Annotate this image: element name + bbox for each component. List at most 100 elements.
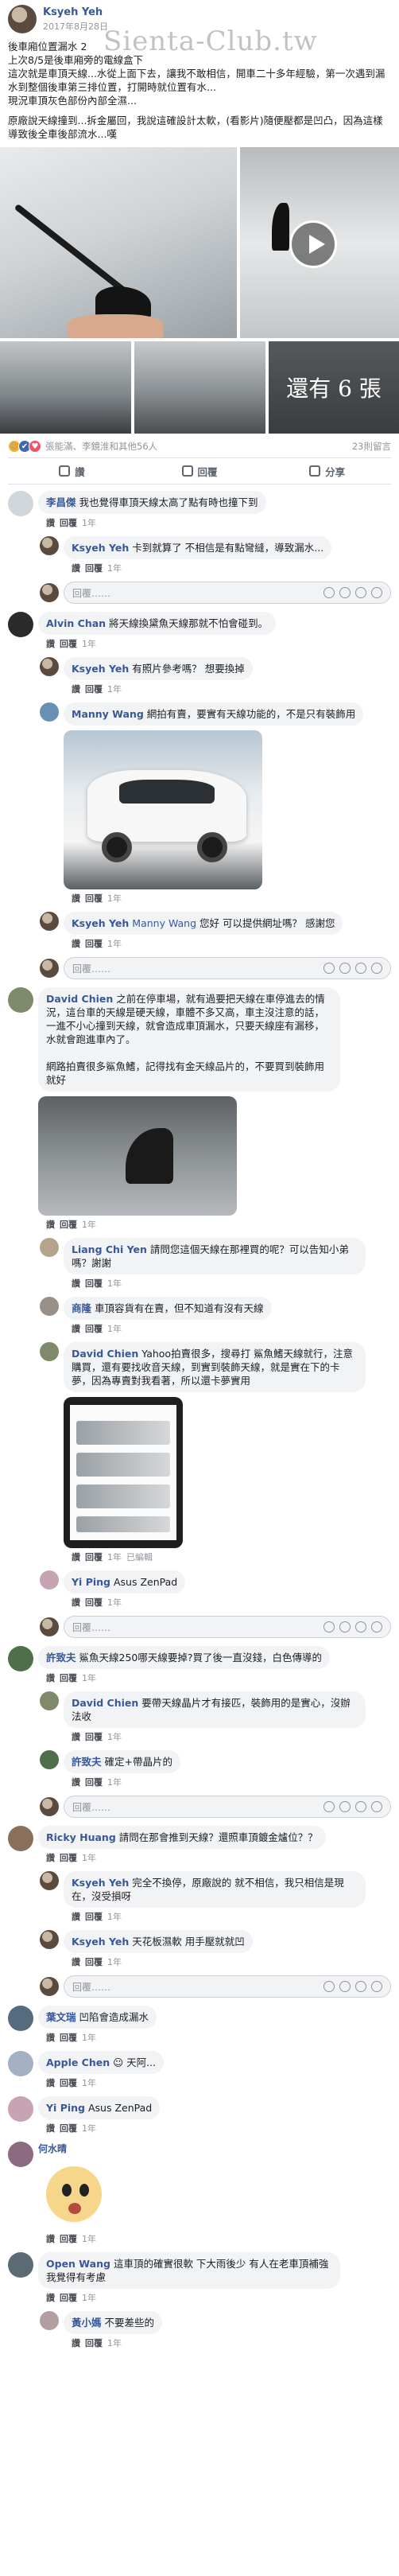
comment-time[interactable]: 1年 — [107, 1957, 122, 1967]
reply-link[interactable]: 回覆 — [60, 2293, 77, 2303]
reply-input[interactable]: 回覆…… — [64, 957, 391, 979]
commenter-name[interactable]: David Chien — [72, 1348, 138, 1360]
like-link[interactable]: 讚 — [72, 1912, 80, 1922]
comment-time[interactable]: 1年 — [82, 2234, 96, 2244]
commenter-avatar[interactable] — [8, 2006, 33, 2031]
reply-link[interactable]: 回覆 — [85, 563, 103, 574]
commenter-name[interactable]: David Chien — [72, 1697, 138, 1709]
commenter-avatar[interactable] — [40, 2311, 59, 2330]
comment-time[interactable]: 1年 — [82, 1853, 96, 1863]
comment-time[interactable]: 1年 — [82, 2078, 96, 2088]
commenter-avatar[interactable] — [40, 912, 59, 931]
commenter-name[interactable]: 何水晴 — [38, 2143, 67, 2154]
commenter-name[interactable]: 黃小媽 — [72, 2317, 102, 2329]
comment-time[interactable]: 1年 — [107, 1597, 122, 1608]
comment-time[interactable]: 1年 — [82, 639, 96, 649]
reply-input[interactable]: 回覆…… — [64, 1975, 391, 1998]
reply-link[interactable]: 回覆 — [60, 1220, 77, 1230]
comment-time[interactable]: 1年 — [82, 518, 96, 528]
reply-input[interactable]: 回覆…… — [64, 1616, 391, 1638]
commenter-name[interactable]: Ricky Huang — [46, 1831, 116, 1843]
comment-time[interactable]: 1年 — [107, 563, 122, 574]
like-link[interactable]: 讚 — [72, 1597, 80, 1608]
commenter-avatar[interactable] — [8, 491, 33, 516]
comment-time[interactable]: 1年 — [107, 684, 122, 695]
comment-time[interactable]: 1年 — [107, 1324, 122, 1334]
comment-time[interactable]: 1年 — [107, 1278, 122, 1289]
commenter-avatar[interactable] — [40, 1930, 59, 1949]
like-link[interactable]: 讚 — [46, 1853, 55, 1863]
commenter-avatar[interactable] — [40, 1691, 59, 1710]
commenter-name[interactable]: Ksyeh Yeh — [72, 542, 129, 554]
commenter-name[interactable]: 葉文瑞 — [46, 2011, 76, 2023]
edited-label[interactable]: 已編輯 — [126, 1552, 153, 1562]
reply-link[interactable]: 回覆 — [60, 2123, 77, 2134]
reply-link[interactable]: 回覆 — [85, 1278, 103, 1289]
commenter-avatar[interactable] — [40, 1342, 59, 1361]
photo-3[interactable] — [0, 341, 131, 434]
reaction-summary[interactable]: 張能滿、李鏡淮和其他56人 — [45, 440, 157, 453]
commenter-name[interactable]: Ksyeh Yeh — [72, 663, 129, 675]
comment-time[interactable]: 1年 — [107, 2338, 122, 2348]
reply-link[interactable]: 回覆 — [60, 639, 77, 649]
like-link[interactable]: 讚 — [72, 1957, 80, 1967]
comment-count[interactable]: 23則留言 — [352, 440, 391, 453]
commenter-avatar[interactable] — [8, 987, 33, 1013]
like-link[interactable]: 讚 — [46, 2078, 55, 2088]
like-link[interactable]: 讚 — [46, 639, 55, 649]
comment-time[interactable]: 1年 — [82, 1220, 96, 1230]
reply-input[interactable]: 回覆…… — [64, 1796, 391, 1818]
comment-time[interactable]: 1年 — [107, 1732, 122, 1742]
like-link[interactable]: 讚 — [72, 2338, 80, 2348]
reply-link[interactable]: 回覆 — [60, 2078, 77, 2088]
photo-5[interactable]: 還有 6 張 — [269, 341, 399, 434]
mention[interactable]: Manny Wang — [132, 917, 196, 929]
commenter-name[interactable]: Alvin Chan — [46, 617, 106, 629]
reply-link[interactable]: 回覆 — [85, 1957, 103, 1967]
comment-time[interactable]: 1年 — [82, 2293, 96, 2303]
comment-screenshot[interactable] — [64, 1397, 183, 1548]
reply-link[interactable]: 回覆 — [85, 1777, 103, 1788]
commenter-avatar[interactable] — [40, 1871, 59, 1890]
commenter-avatar[interactable] — [40, 536, 59, 555]
commenter-name[interactable]: Liang Chi Yen — [72, 1243, 147, 1255]
reply-link[interactable]: 回覆 — [85, 1552, 103, 1562]
commenter-name[interactable]: 商隆 — [72, 1302, 91, 1314]
comment-time[interactable]: 1年 — [107, 893, 122, 904]
commenter-avatar[interactable] — [40, 702, 59, 722]
commenter-name[interactable]: Apple Chen — [46, 2057, 110, 2068]
comment-time[interactable]: 1年 — [107, 939, 122, 949]
commenter-avatar[interactable] — [8, 2096, 33, 2122]
commenter-name[interactable]: 李昌傑 — [46, 496, 76, 508]
commenter-name[interactable]: Yi Ping — [46, 2102, 85, 2114]
reply-link[interactable]: 回覆 — [60, 518, 77, 528]
reply-link[interactable]: 回覆 — [85, 939, 103, 949]
comment-time[interactable]: 1年 — [82, 1673, 96, 1683]
comment-photo-antenna[interactable] — [38, 1096, 237, 1216]
commenter-name[interactable]: Yi Ping — [72, 1576, 110, 1588]
like-button[interactable]: 讚 — [8, 458, 136, 484]
reply-link[interactable]: 回覆 — [60, 2234, 77, 2244]
more-photos-label[interactable]: 還有 6 張 — [269, 341, 399, 434]
like-link[interactable]: 讚 — [46, 1673, 55, 1683]
like-link[interactable]: 讚 — [46, 2234, 55, 2244]
share-button[interactable]: 分享 — [263, 458, 391, 484]
like-link[interactable]: 讚 — [46, 2123, 55, 2134]
reply-link[interactable]: 回覆 — [60, 2033, 77, 2043]
commenter-name[interactable]: Ksyeh Yeh — [72, 1877, 129, 1889]
sticker-image[interactable] — [38, 2158, 110, 2230]
comment-photo-car[interactable] — [64, 730, 262, 889]
commenter-avatar[interactable] — [8, 2252, 33, 2278]
reply-link[interactable]: 回覆 — [85, 684, 103, 695]
author-avatar[interactable] — [8, 5, 37, 33]
like-link[interactable]: 讚 — [72, 1278, 80, 1289]
reply-link[interactable]: 回覆 — [85, 893, 103, 904]
reply-link[interactable]: 回覆 — [85, 1732, 103, 1742]
photo-4[interactable] — [134, 341, 265, 434]
commenter-avatar[interactable] — [8, 2142, 33, 2167]
reply-link[interactable]: 回覆 — [60, 1853, 77, 1863]
video-thumbnail[interactable] — [240, 147, 399, 338]
commenter-avatar[interactable] — [40, 1297, 59, 1316]
like-link[interactable]: 讚 — [72, 1324, 80, 1334]
commenter-avatar[interactable] — [8, 2051, 33, 2076]
